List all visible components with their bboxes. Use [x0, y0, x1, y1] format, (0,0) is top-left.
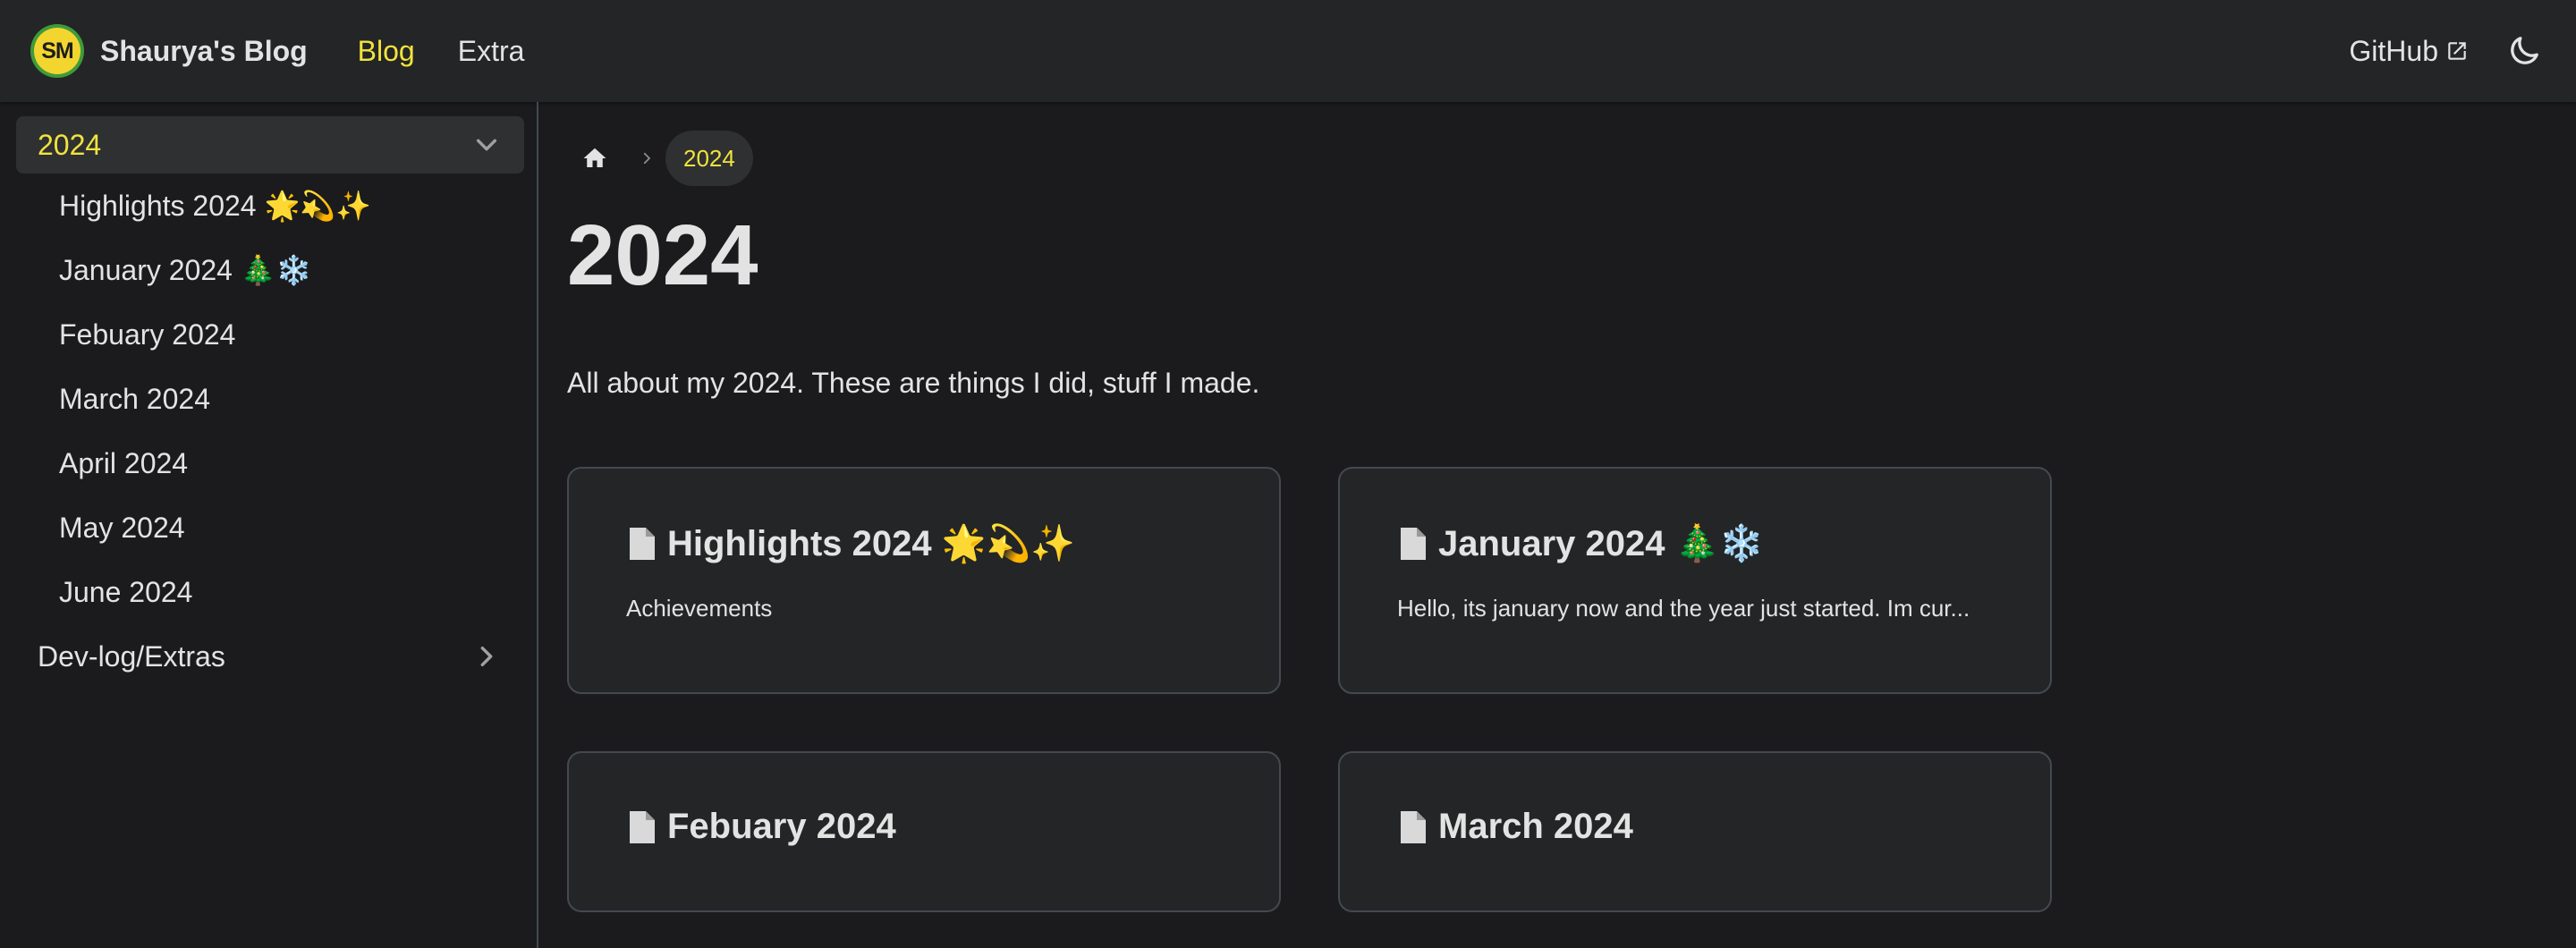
card-description: Hello, its january now and the year just…	[1397, 595, 1970, 622]
card-description: Achievements	[626, 595, 773, 622]
doc-card-highlights-2024[interactable]: Highlights 2024 🌟💫✨ Achievements	[567, 467, 1281, 694]
moon-icon	[2511, 37, 2538, 64]
sidebar-item-list: Highlights 2024 🌟💫✨ January 2024 🎄❄️ Feb…	[16, 174, 524, 624]
sidebar: 2024 Highlights 2024 🌟💫✨ January 2024 🎄❄…	[0, 102, 538, 948]
card-title: January 2024 🎄❄️	[1438, 524, 1765, 563]
card-title: Highlights 2024 🌟💫✨	[667, 524, 1076, 563]
card-title: Febuary 2024	[667, 807, 896, 846]
chevron-right-icon	[639, 150, 655, 166]
nav-link-blog[interactable]: Blog	[358, 35, 415, 68]
sidebar-item-april-2024[interactable]: April 2024	[16, 431, 524, 495]
breadcrumb-current[interactable]: 2024	[665, 131, 753, 186]
sidebar-category-label: 2024	[38, 128, 102, 161]
sidebar-item-june-2024[interactable]: June 2024	[16, 560, 524, 624]
document-icon	[1397, 809, 1429, 845]
breadcrumb-home-link[interactable]	[567, 131, 623, 186]
sidebar-item-febuary-2024[interactable]: Febuary 2024	[16, 302, 524, 367]
nav-link-extra[interactable]: Extra	[458, 35, 525, 68]
page-description: All about my 2024. These are things I di…	[567, 367, 1260, 399]
document-icon	[1397, 526, 1429, 562]
chevron-right-icon[interactable]	[470, 640, 503, 673]
card-title-row: Febuary 2024	[626, 807, 1222, 847]
document-icon	[626, 809, 658, 845]
logo-text: SM	[41, 38, 73, 63]
external-link-icon	[2448, 42, 2466, 60]
site-logo: SM	[30, 24, 84, 78]
sidebar-item-may-2024[interactable]: May 2024	[16, 495, 524, 560]
brand-link[interactable]: SM Shaurya's Blog	[30, 24, 308, 78]
github-link[interactable]: GitHub	[2349, 35, 2469, 68]
sidebar-item-highlights-2024[interactable]: Highlights 2024 🌟💫✨	[16, 174, 524, 238]
card-title: March 2024	[1438, 807, 1633, 846]
sidebar-category-2024[interactable]: 2024	[16, 116, 524, 174]
sidebar-item-january-2024[interactable]: January 2024 🎄❄️	[16, 238, 524, 302]
github-label: GitHub	[2349, 34, 2438, 67]
home-icon	[583, 148, 606, 167]
main-content: 2024 2024 All about my 2024. These are t…	[567, 102, 2052, 912]
chevron-down-icon[interactable]	[470, 129, 503, 161]
doc-card-febuary-2024[interactable]: Febuary 2024	[567, 751, 1281, 912]
card-title-row: January 2024 🎄❄️	[1397, 522, 1993, 564]
doc-card-march-2024[interactable]: March 2024	[1338, 751, 2052, 912]
breadcrumb: 2024	[567, 131, 2052, 186]
sidebar-category-label: Dev-log/Extras	[38, 639, 225, 673]
site-title: Shaurya's Blog	[100, 34, 308, 67]
document-icon	[626, 526, 658, 562]
card-title-row: Highlights 2024 🌟💫✨	[626, 522, 1222, 564]
navbar: SM Shaurya's Blog Blog Extra GitHub	[0, 0, 2576, 102]
sidebar-category-devlog-extras[interactable]: Dev-log/Extras	[16, 628, 524, 685]
doc-card-january-2024[interactable]: January 2024 🎄❄️ Hello, its january now …	[1338, 467, 2052, 694]
page-title: 2024	[567, 207, 758, 303]
sidebar-item-march-2024[interactable]: March 2024	[16, 367, 524, 431]
card-title-row: March 2024	[1397, 807, 1993, 847]
theme-toggle-button[interactable]	[2503, 30, 2546, 72]
